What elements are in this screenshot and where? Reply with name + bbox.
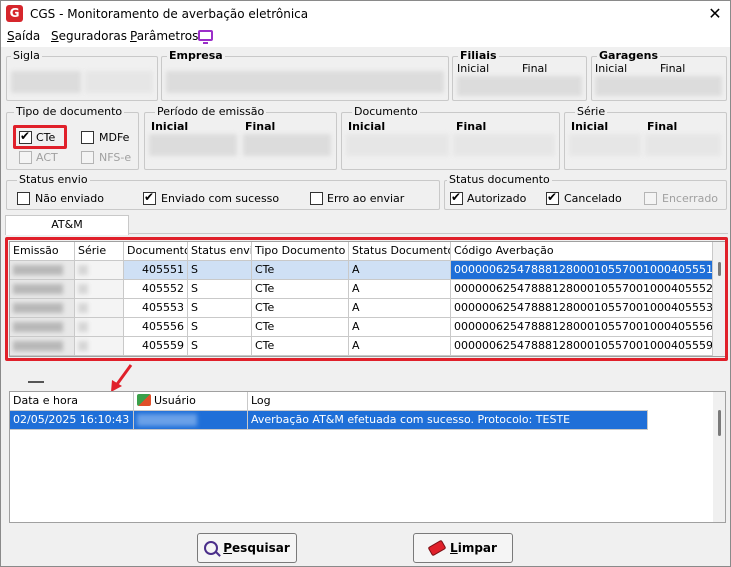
documento-final-field[interactable] bbox=[453, 134, 555, 156]
sigla-label: Sigla bbox=[11, 49, 42, 62]
limpar-label: Limpar bbox=[450, 541, 497, 555]
periodo-final-label: Final bbox=[245, 120, 276, 133]
serie-inicial-label: Inicial bbox=[571, 120, 609, 133]
log-header-data-hora[interactable]: Data e hora bbox=[10, 392, 134, 411]
periodo-final-field[interactable] bbox=[243, 134, 331, 156]
filiais-inicial-label: Inicial bbox=[457, 62, 490, 75]
log-header-usuario-label: Usuário bbox=[154, 394, 196, 407]
log-header-usuario[interactable]: Usuário bbox=[134, 392, 248, 411]
log-header-log[interactable]: Log bbox=[248, 392, 648, 411]
serie-inicial-field[interactable] bbox=[569, 134, 641, 156]
title-bar: G CGS - Monitoramento de averbação eletr… bbox=[1, 1, 730, 27]
limpar-button[interactable]: Limpar bbox=[413, 533, 513, 563]
documento-inicial-field[interactable] bbox=[346, 134, 449, 156]
enviado-sucesso-checkbox[interactable] bbox=[143, 190, 156, 205]
garagens-final-label: Final bbox=[660, 62, 686, 75]
splitter-handle[interactable] bbox=[28, 381, 44, 383]
nao-enviado-label: Não enviado bbox=[35, 192, 104, 205]
eraser-icon bbox=[427, 539, 447, 557]
tab-atm[interactable]: AT&M bbox=[5, 215, 129, 235]
empresa-field[interactable] bbox=[166, 71, 444, 93]
sigla-name-field[interactable] bbox=[85, 71, 153, 93]
documento-label: Documento bbox=[352, 105, 420, 118]
nfse-label: NFS-e bbox=[99, 151, 132, 164]
pesquisar-button[interactable]: Pesquisar bbox=[197, 533, 297, 563]
serie-label: Série bbox=[575, 105, 608, 118]
pesquisar-label: Pesquisar bbox=[223, 541, 290, 555]
log-cell-data[interactable]: 02/05/2025 16:10:43 bbox=[10, 411, 134, 430]
encerrado-checkbox[interactable] bbox=[644, 192, 657, 205]
menu-item-seguradoras[interactable]: Seguradoras bbox=[51, 29, 127, 43]
mdfe-label: MDFe bbox=[99, 131, 130, 144]
nfse-checkbox[interactable] bbox=[81, 151, 94, 164]
sigla-code-field[interactable] bbox=[11, 71, 81, 93]
erro-enviar-label: Erro ao enviar bbox=[327, 192, 405, 205]
enviado-sucesso-label: Enviado com sucesso bbox=[161, 192, 280, 205]
mdfe-checkbox[interactable] bbox=[81, 131, 94, 144]
cte-highlight-box bbox=[13, 125, 67, 149]
autorizado-label: Autorizado bbox=[467, 192, 527, 205]
empresa-label: Empresa bbox=[167, 49, 225, 62]
status-envio-label: Status envio bbox=[17, 173, 90, 186]
filiais-final-label: Final bbox=[522, 62, 548, 75]
documento-final-label: Final bbox=[456, 120, 487, 133]
act-checkbox[interactable] bbox=[19, 151, 32, 164]
nao-enviado-checkbox[interactable] bbox=[17, 192, 30, 205]
log-cell-log[interactable]: Averbação AT&M efetuada com sucesso. Pro… bbox=[248, 411, 648, 430]
documento-inicial-label: Inicial bbox=[348, 120, 386, 133]
cancelado-checkbox[interactable] bbox=[546, 190, 559, 205]
app-window: G CGS - Monitoramento de averbação eletr… bbox=[0, 0, 731, 567]
menu-item-saida[interactable]: Saída bbox=[7, 29, 40, 43]
menu-item-parametros[interactable]: Parâmetros bbox=[130, 29, 198, 43]
garagens-label: Garagens bbox=[597, 49, 661, 62]
garagens-inicial-label: Inicial bbox=[595, 62, 628, 75]
blurred-user bbox=[137, 414, 197, 426]
act-label: ACT bbox=[36, 151, 58, 164]
tipo-doc-label: Tipo de documento bbox=[14, 105, 125, 118]
periodo-inicial-label: Inicial bbox=[151, 120, 189, 133]
cancelado-label: Cancelado bbox=[564, 192, 622, 205]
search-icon bbox=[204, 541, 219, 555]
menu-bar: Saída Seguradoras Parâmetros bbox=[1, 27, 730, 47]
users-icon bbox=[137, 394, 151, 406]
close-icon[interactable]: ✕ bbox=[705, 4, 725, 24]
log-scroll-thumb[interactable] bbox=[718, 410, 721, 436]
serie-final-label: Final bbox=[647, 120, 678, 133]
red-arrow-icon bbox=[111, 364, 133, 392]
grid-highlight-box bbox=[5, 237, 728, 361]
autorizado-checkbox[interactable] bbox=[450, 190, 463, 205]
erro-enviar-checkbox[interactable] bbox=[310, 192, 323, 205]
serie-final-field[interactable] bbox=[645, 134, 721, 156]
log-scrollbar[interactable] bbox=[713, 392, 725, 522]
encerrado-label: Encerrado bbox=[662, 192, 719, 205]
status-doc-label: Status documento bbox=[447, 173, 552, 186]
periodo-inicial-field[interactable] bbox=[149, 134, 237, 156]
filiais-label: Filiais bbox=[458, 49, 499, 62]
filiais-field[interactable] bbox=[457, 76, 582, 96]
garagens-field[interactable] bbox=[595, 76, 722, 96]
window-title: CGS - Monitoramento de averbação eletrôn… bbox=[30, 7, 309, 21]
log-grid: Data e hora Usuário Log 02/05/2025 16:10… bbox=[9, 391, 726, 523]
log-cell-usuario[interactable] bbox=[134, 411, 248, 430]
monitor-icon[interactable] bbox=[198, 30, 213, 44]
periodo-label: Período de emissão bbox=[155, 105, 267, 118]
app-logo-icon: G bbox=[6, 5, 23, 22]
